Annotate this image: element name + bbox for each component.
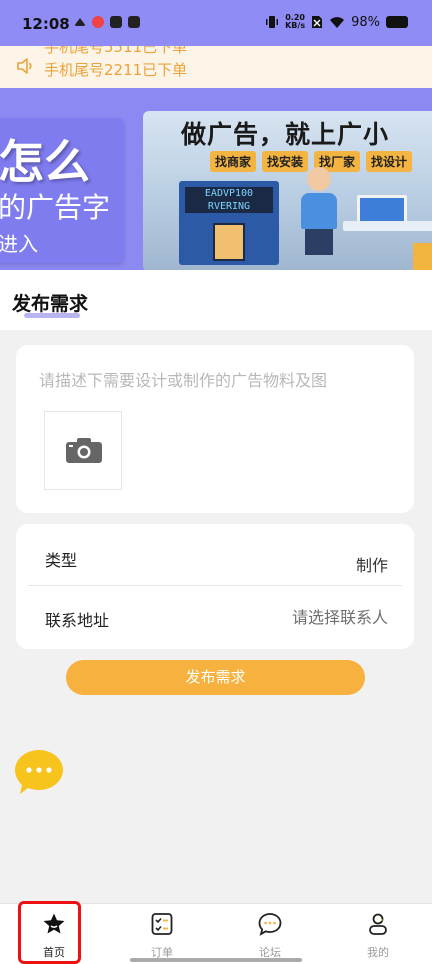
type-label: 类型 — [45, 551, 78, 570]
banner-bag-illustration — [413, 243, 432, 272]
publish-request-button[interactable]: 发布需求 — [66, 660, 365, 695]
banner-left-small-text: 进入 — [0, 232, 38, 256]
battery-percent: 98% — [351, 14, 380, 30]
tab-home[interactable]: 首页 — [0, 904, 108, 964]
banner-shop-sign: EADVP100 RVERING — [185, 187, 273, 213]
banner-person-illustration — [301, 167, 337, 257]
form-card: 类型 制作 联系地址 请选择联系人 — [16, 524, 414, 649]
banner-carousel[interactable]: 怎么 的广告字 进入 做广告，就上广小 找商家 找安装 找厂家 找设计 EADV… — [0, 88, 432, 272]
notice-line-previous: 手机尾号5511已下单 — [44, 46, 188, 56]
status-bar: 12:08 0.20 KB/s 98% — [0, 0, 432, 46]
banner-left-mid-text: 的广告字 — [0, 191, 111, 224]
banner-headline: 做广告，就上广小 — [181, 120, 390, 149]
profile-icon — [369, 913, 387, 935]
tab-forum[interactable]: 论坛 — [216, 904, 324, 964]
tab-profile[interactable]: 我的 — [324, 904, 432, 964]
tab-label: 首页 — [43, 946, 65, 959]
net-speed-unit: KB/s — [285, 21, 306, 30]
publish-section-header: 发布需求 — [0, 270, 432, 330]
contact-address-label: 联系地址 — [45, 611, 110, 630]
chat-bubble-icon[interactable] — [14, 748, 64, 796]
tab-label: 我的 — [367, 946, 389, 959]
order-notice-ticker[interactable]: 手机尾号5511已下单 手机尾号2211已下单 — [0, 46, 432, 88]
tiktok-icon — [128, 16, 140, 28]
banner-shop-door — [213, 223, 245, 261]
title-underline — [24, 313, 80, 318]
speaker-icon — [17, 58, 32, 74]
contact-select[interactable]: 请选择联系人 — [292, 604, 388, 628]
sim-off-icon — [312, 16, 323, 28]
description-card: 请描述下需要设计或制作的广告物料及图 — [16, 345, 414, 513]
tab-orders[interactable]: 订单 — [108, 904, 216, 964]
contact-address-row[interactable]: 联系地址 请选择联系人 — [28, 586, 402, 646]
banner-slide-previous[interactable]: 怎么 的广告字 进入 — [0, 118, 124, 263]
description-input[interactable]: 请描述下需要设计或制作的广告物料及图 — [39, 367, 327, 391]
order-list-icon — [151, 913, 173, 935]
banner-tag: 找设计 — [366, 151, 413, 172]
banner-slide-current[interactable]: 做广告，就上广小 找商家 找安装 找厂家 找设计 EADVP100 RVERIN… — [143, 111, 432, 272]
camera-icon — [66, 438, 102, 463]
forum-chat-icon — [258, 913, 282, 936]
status-app-icons — [74, 16, 140, 28]
status-right: 0.20 KB/s 98% — [265, 14, 408, 30]
banner-left-big-text: 怎么 — [0, 135, 90, 189]
net-speed: 0.20 KB/s — [285, 14, 305, 30]
vibrate-icon — [266, 16, 279, 28]
type-value: 制作 — [355, 556, 388, 575]
banner-tag: 找商家 — [210, 151, 257, 172]
weibo-icon — [92, 16, 104, 28]
battery-icon — [386, 16, 408, 28]
add-photo-button[interactable] — [44, 411, 122, 490]
banner-desk-illustration — [343, 221, 432, 231]
publish-section-title: 发布需求 — [12, 293, 89, 315]
type-row[interactable]: 类型 制作 — [28, 526, 402, 586]
home-star-icon — [43, 913, 65, 934]
notice-line-current: 手机尾号2211已下单 — [44, 61, 188, 79]
app-link-icon — [110, 16, 122, 28]
crown-icon — [74, 18, 86, 26]
wifi-icon — [330, 17, 345, 28]
home-indicator[interactable] — [130, 958, 302, 962]
status-time: 12:08 — [22, 15, 70, 33]
bottom-tab-bar: 首页 订单 论坛 我的 — [0, 903, 432, 964]
